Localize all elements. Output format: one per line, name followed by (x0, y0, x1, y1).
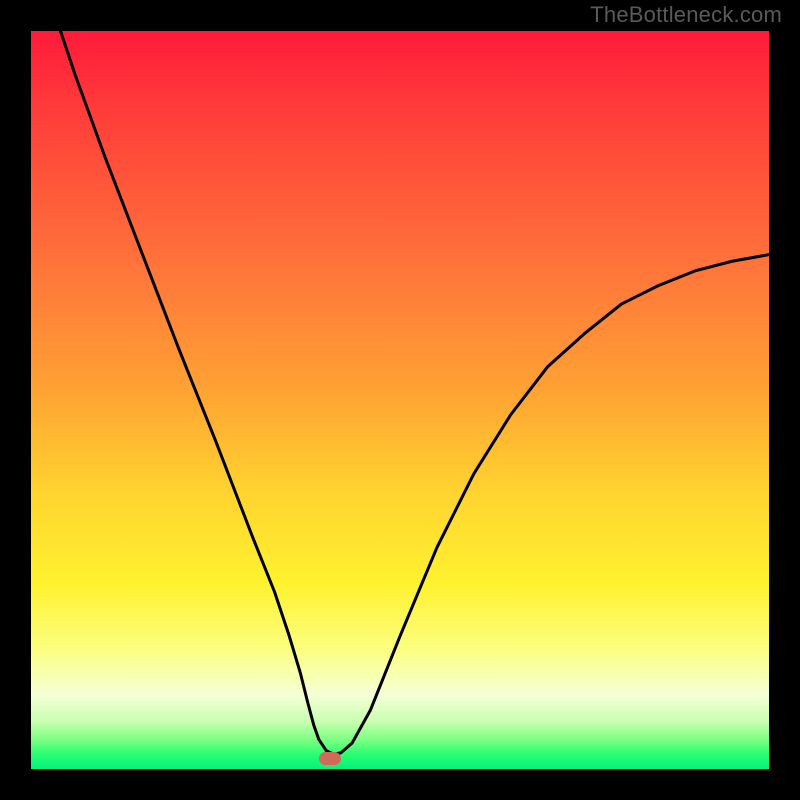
optimum-marker (319, 752, 341, 765)
plot-area (31, 31, 769, 769)
watermark-text: TheBottleneck.com (590, 2, 782, 28)
chart-frame: TheBottleneck.com (0, 0, 800, 800)
curve-svg (31, 31, 769, 769)
bottleneck-curve (61, 31, 769, 754)
